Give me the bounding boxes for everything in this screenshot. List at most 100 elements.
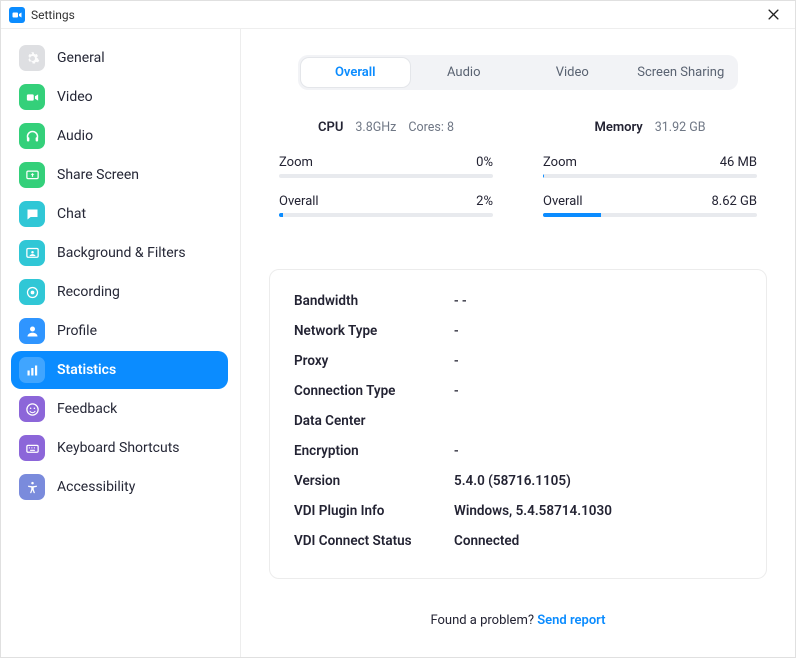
info-key: VDI Plugin Info: [294, 503, 454, 519]
footer: Found a problem? Send report: [269, 579, 767, 650]
headphones-icon: [19, 123, 45, 149]
tab-audio[interactable]: Audio: [410, 58, 519, 87]
info-key: Network Type: [294, 323, 454, 339]
sidebar-item-audio[interactable]: Audio: [11, 117, 228, 155]
cpu-row-label: Zoom: [279, 155, 313, 170]
cpu-row: Zoom 0%: [279, 153, 493, 178]
footer-text: Found a problem?: [430, 613, 537, 628]
memory-row-value: 8.62 GB: [711, 194, 757, 209]
zoom-app-icon: [9, 7, 25, 23]
sidebar-item-label: Chat: [57, 206, 86, 222]
sidebar-item-label: General: [57, 50, 105, 66]
sidebar-item-accessibility[interactable]: Accessibility: [11, 468, 228, 506]
share-screen-icon: [19, 162, 45, 188]
info-row: Proxy-: [294, 346, 742, 376]
memory-total: 31.92 GB: [655, 120, 706, 135]
metrics-summary: CPU 3.8GHz Cores: 8 Zoom 0% Overall 2% Memo…: [269, 120, 767, 217]
connection-info-card: Bandwidth- -Network Type-Proxy-Connectio…: [269, 269, 767, 579]
cpu-cores: Cores: 8: [408, 120, 454, 135]
info-value: -: [454, 323, 459, 339]
info-row: Data Center: [294, 406, 742, 436]
info-value: -: [454, 383, 459, 399]
info-value: -: [454, 353, 459, 369]
info-key: Data Center: [294, 413, 454, 429]
info-row: Version5.4.0 (58716.1105): [294, 466, 742, 496]
info-key: VDI Connect Status: [294, 533, 454, 549]
statistics-panel: OverallAudioVideoScreen Sharing CPU 3.8G…: [241, 29, 795, 657]
window-title: Settings: [31, 8, 75, 22]
statistics-icon: [19, 357, 45, 383]
memory-row-label: Overall: [543, 194, 583, 209]
sidebar-item-statistics[interactable]: Statistics: [11, 351, 228, 389]
send-report-link[interactable]: Send report: [537, 613, 605, 628]
keyboard-icon: [19, 435, 45, 461]
sidebar-item-share-screen[interactable]: Share Screen: [11, 156, 228, 194]
sidebar-item-label: Feedback: [57, 401, 117, 417]
titlebar: Settings: [1, 1, 795, 29]
sidebar-item-background[interactable]: Background & Filters: [11, 234, 228, 272]
sidebar-item-label: Background & Filters: [57, 245, 186, 261]
info-row: Connection Type-: [294, 376, 742, 406]
cpu-row-value: 2%: [476, 194, 493, 209]
memory-row: Overall 8.62 GB: [543, 192, 757, 217]
info-value: Connected: [454, 533, 519, 549]
chat-icon: [19, 201, 45, 227]
cpu-row-value: 0%: [476, 155, 493, 170]
feedback-icon: [19, 396, 45, 422]
memory-row: Zoom 46 MB: [543, 153, 757, 178]
cpu-row-label: Overall: [279, 194, 319, 209]
info-value: - -: [454, 293, 467, 309]
sidebar-item-label: Profile: [57, 323, 97, 339]
sidebar-item-general[interactable]: General: [11, 39, 228, 77]
memory-row-value: 46 MB: [720, 155, 757, 170]
memory-column: Memory 31.92 GB Zoom 46 MB Overall 8.62 GB: [543, 120, 757, 217]
sidebar-item-label: Video: [57, 89, 93, 105]
info-row: VDI Plugin InfoWindows, 5.4.58714.1030: [294, 496, 742, 526]
background-icon: [19, 240, 45, 266]
info-key: Version: [294, 473, 454, 489]
video-icon: [19, 84, 45, 110]
info-key: Connection Type: [294, 383, 454, 399]
cpu-column: CPU 3.8GHz Cores: 8 Zoom 0% Overall 2%: [279, 120, 493, 217]
info-key: Proxy: [294, 353, 454, 369]
info-key: Encryption: [294, 443, 454, 459]
info-value: Windows, 5.4.58714.1030: [454, 503, 612, 519]
info-row: Encryption-: [294, 436, 742, 466]
tab-video[interactable]: Video: [518, 58, 627, 87]
tab-overall[interactable]: Overall: [301, 58, 410, 87]
cpu-row-bar: [279, 213, 493, 217]
stats-tabbar: OverallAudioVideoScreen Sharing: [298, 55, 738, 90]
close-icon: [768, 9, 779, 20]
cpu-row: Overall 2%: [279, 192, 493, 217]
sidebar-item-label: Accessibility: [57, 479, 135, 495]
sidebar-item-label: Audio: [57, 128, 93, 144]
sidebar-item-profile[interactable]: Profile: [11, 312, 228, 350]
tab-screen-sharing[interactable]: Screen Sharing: [627, 58, 736, 87]
memory-title: Memory: [594, 120, 642, 135]
profile-icon: [19, 318, 45, 344]
sidebar-item-video[interactable]: Video: [11, 78, 228, 116]
sidebar-item-chat[interactable]: Chat: [11, 195, 228, 233]
sidebar-item-recording[interactable]: Recording: [11, 273, 228, 311]
gear-icon: [19, 45, 45, 71]
sidebar: General Video Audio Share Screen Chat Backgro…: [1, 29, 241, 657]
info-row: Network Type-: [294, 316, 742, 346]
sidebar-item-shortcuts[interactable]: Keyboard Shortcuts: [11, 429, 228, 467]
settings-window: Settings GeneralVideoAudioShare ScreenCh…: [0, 0, 796, 658]
memory-row-label: Zoom: [543, 155, 577, 170]
close-button[interactable]: [759, 3, 787, 27]
info-value: -: [454, 443, 459, 459]
recording-icon: [19, 279, 45, 305]
sidebar-item-label: Statistics: [57, 362, 116, 378]
cpu-title: CPU: [318, 120, 343, 135]
info-value: 5.4.0 (58716.1105): [454, 473, 571, 489]
info-key: Bandwidth: [294, 293, 454, 309]
memory-row-bar: [543, 213, 757, 217]
info-row: Bandwidth- -: [294, 286, 742, 316]
sidebar-item-label: Recording: [57, 284, 120, 300]
memory-row-bar: [543, 174, 757, 178]
cpu-freq: 3.8GHz: [355, 120, 396, 135]
sidebar-item-label: Share Screen: [57, 167, 139, 183]
sidebar-item-feedback[interactable]: Feedback: [11, 390, 228, 428]
info-row: VDI Connect StatusConnected: [294, 526, 742, 556]
